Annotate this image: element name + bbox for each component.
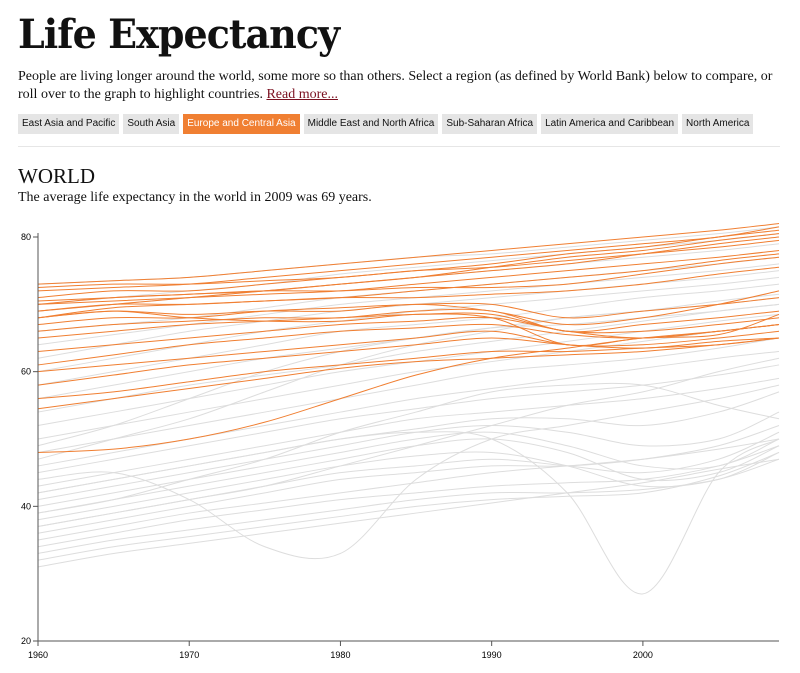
x-tick-label: 1960 bbox=[28, 650, 48, 660]
y-tick-label: 20 bbox=[21, 636, 31, 646]
x-tick-label: 1970 bbox=[179, 650, 199, 660]
highlighted-country-line[interactable] bbox=[37, 337, 780, 400]
country-line[interactable] bbox=[37, 445, 780, 548]
y-tick-label: 40 bbox=[21, 501, 31, 511]
x-tick-label: 2000 bbox=[633, 650, 653, 660]
y-tick-label: 60 bbox=[21, 367, 31, 377]
country-line[interactable] bbox=[37, 384, 780, 560]
country-line[interactable] bbox=[37, 391, 780, 494]
x-tick-label: 1990 bbox=[482, 650, 502, 660]
country-line[interactable] bbox=[37, 431, 780, 507]
country-line[interactable] bbox=[37, 357, 780, 528]
life-expectancy-chart[interactable]: 20 40 60 80 1960 1970 1980 1990 2000 bbox=[0, 0, 800, 673]
country-line[interactable] bbox=[37, 350, 780, 467]
country-line[interactable] bbox=[37, 438, 780, 541]
highlighted-country-line[interactable] bbox=[37, 236, 780, 312]
y-tick-label: 80 bbox=[21, 232, 31, 242]
x-tick-label: 1980 bbox=[330, 650, 350, 660]
